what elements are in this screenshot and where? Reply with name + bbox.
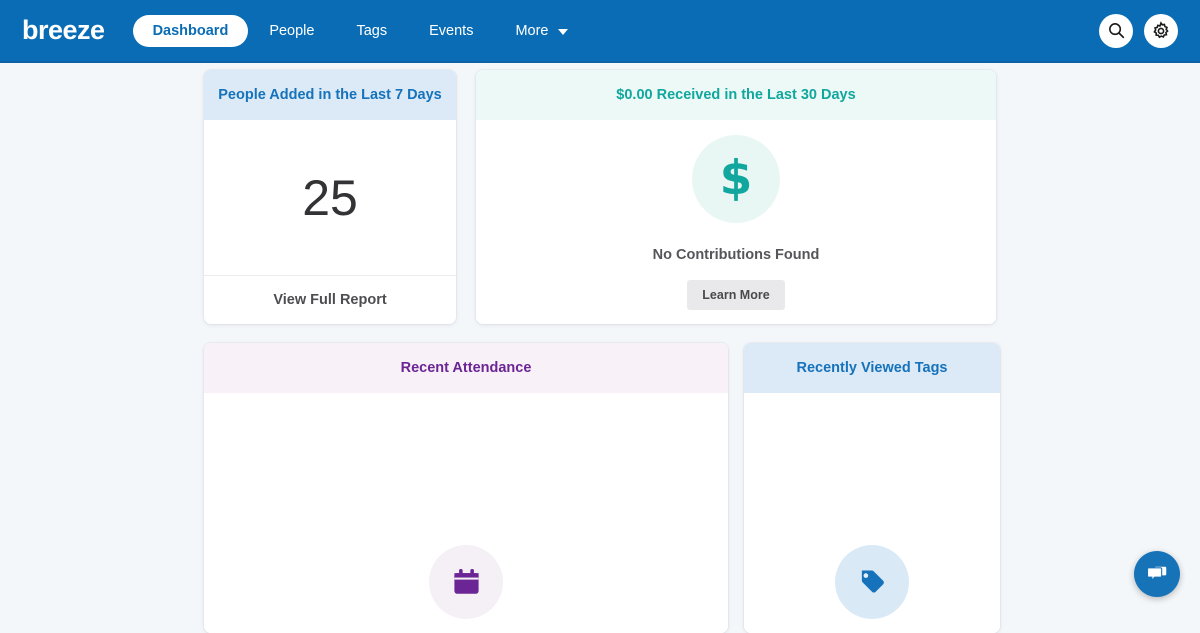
card-giving-title: $0.00 Received in the Last 30 Days	[476, 70, 996, 120]
card-recent-attendance-body	[204, 393, 728, 633]
nav-item-more-label: More	[515, 23, 548, 39]
primary-nav: Dashboard People Tags Events More	[133, 15, 589, 47]
people-added-count: 25	[302, 173, 358, 223]
nav-actions	[1099, 14, 1178, 48]
card-people-added-title: People Added in the Last 7 Days	[204, 70, 456, 120]
dollar-sign-glyph: $	[720, 155, 753, 202]
chat-launcher-button[interactable]	[1134, 551, 1180, 597]
tags-empty-state	[835, 393, 909, 633]
card-giving-body: $ No Contributions Found Learn More	[476, 120, 996, 324]
nav-item-events[interactable]: Events	[408, 15, 494, 47]
card-people-added-body: 25	[204, 120, 456, 275]
chat-bubble-icon	[1145, 562, 1170, 587]
dashboard-row-1: People Added in the Last 7 Days 25 View …	[0, 70, 1200, 324]
card-recently-viewed-tags-body	[744, 393, 1000, 633]
settings-button[interactable]	[1144, 14, 1178, 48]
nav-item-events-label: Events	[429, 23, 473, 39]
card-people-added: People Added in the Last 7 Days 25 View …	[204, 70, 456, 324]
chevron-down-icon	[558, 29, 568, 35]
dashboard-content: People Added in the Last 7 Days 25 View …	[0, 63, 1200, 633]
nav-item-people-label: People	[269, 23, 314, 39]
nav-item-more[interactable]: More	[494, 15, 588, 47]
dashboard-row-2: Recent Attendance Recen	[0, 343, 1200, 633]
card-recently-viewed-tags: Recently Viewed Tags	[744, 343, 1000, 633]
nav-item-dashboard[interactable]: Dashboard	[133, 15, 249, 47]
no-contributions-message: No Contributions Found	[653, 247, 820, 263]
tag-icon-glyph	[856, 566, 888, 598]
dollar-sign-icon: $	[692, 135, 780, 223]
top-navigation-bar: breeze Dashboard People Tags Events More	[0, 0, 1200, 63]
gear-icon	[1151, 21, 1171, 41]
nav-item-tags-label: Tags	[356, 23, 387, 39]
nav-item-tags[interactable]: Tags	[335, 15, 408, 47]
card-recent-attendance: Recent Attendance	[204, 343, 728, 633]
tag-icon	[835, 545, 909, 619]
nav-item-dashboard-label: Dashboard	[153, 23, 229, 39]
card-recent-attendance-title: Recent Attendance	[204, 343, 728, 393]
view-full-report-link[interactable]: View Full Report	[204, 275, 456, 324]
card-giving: $0.00 Received in the Last 30 Days $ No …	[476, 70, 996, 324]
search-button[interactable]	[1099, 14, 1133, 48]
breeze-logo[interactable]: breeze	[22, 17, 105, 44]
card-recently-viewed-tags-title: Recently Viewed Tags	[744, 343, 1000, 393]
learn-more-button[interactable]: Learn More	[687, 280, 784, 310]
nav-item-people[interactable]: People	[248, 15, 335, 47]
search-icon	[1107, 21, 1126, 40]
calendar-icon	[429, 545, 503, 619]
calendar-icon-glyph	[450, 566, 483, 599]
attendance-empty-state	[429, 393, 503, 633]
